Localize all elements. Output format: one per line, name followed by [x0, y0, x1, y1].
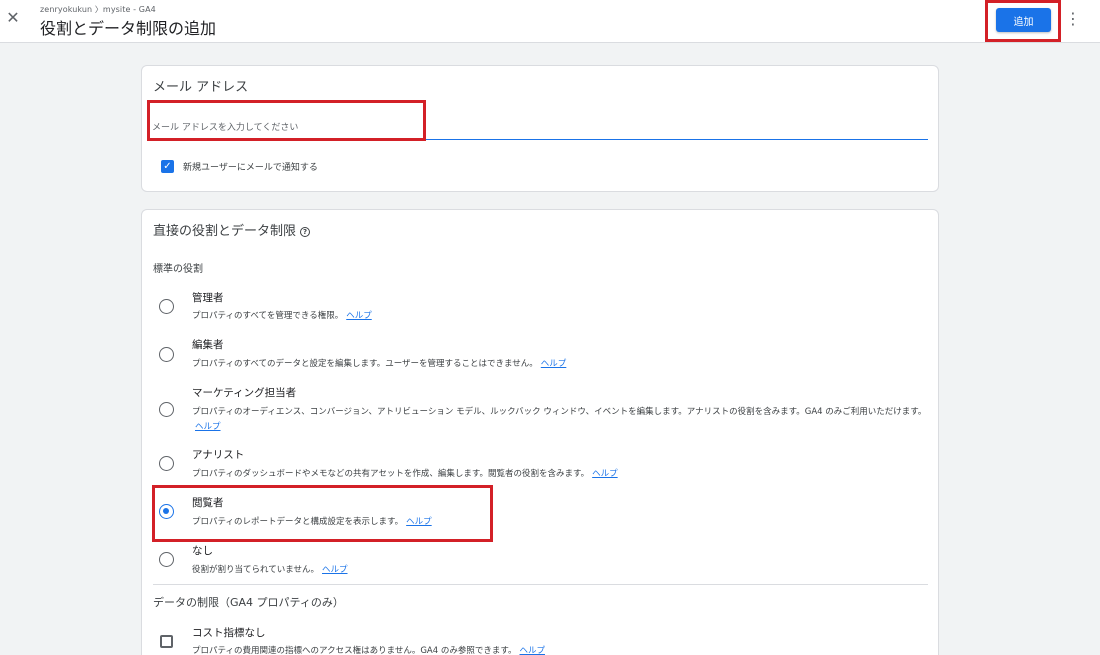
- restriction-desc-text: プロパティの費用関連の指標へのアクセス権はありません。GA4 のみ参照できます。: [192, 646, 517, 655]
- radio-editor[interactable]: [159, 347, 174, 362]
- notify-checkbox[interactable]: ✓: [161, 160, 174, 173]
- role-desc-text: プロパティのレポートデータと構成設定を表示します。: [192, 517, 404, 527]
- role-desc-none: 役割が割り当てられていません。 ヘルプ: [192, 563, 932, 578]
- radio-analyst[interactable]: [159, 456, 174, 471]
- roles-card: 直接の役割とデータ制限? 標準の役割 管理者 プロパティのすべてを管理できる権限…: [141, 209, 939, 655]
- role-desc-text: プロパティのオーディエンス、コンバージョン、アトリビューション モデル、ルックバ…: [192, 407, 927, 417]
- role-desc-text: プロパティのすべてのデータと設定を編集します。ユーザーを管理することはできません…: [192, 359, 538, 369]
- roles-card-title-text: 直接の役割とデータ制限: [153, 224, 297, 239]
- role-desc-admin: プロパティのすべてを管理できる権限。 ヘルプ: [192, 309, 932, 324]
- email-input[interactable]: [152, 118, 928, 140]
- role-desc-analyst: プロパティのダッシュボードやメモなどの共有アセットを作成、編集します。閲覧者の役…: [192, 467, 932, 482]
- close-icon[interactable]: ✕: [4, 8, 22, 28]
- add-button[interactable]: 追加: [996, 8, 1051, 32]
- role-name-admin: 管理者: [192, 292, 224, 304]
- breadcrumb: zenryokukun 〉mysite - GA4: [40, 5, 156, 14]
- more-options-icon[interactable]: ⋮: [1065, 8, 1081, 30]
- top-bar: ✕ zenryokukun 〉mysite - GA4 役割とデータ制限の追加 …: [0, 0, 1100, 43]
- help-link[interactable]: ヘルプ: [406, 517, 432, 527]
- role-name-editor: 編集者: [192, 339, 224, 351]
- cost-metrics-checkbox[interactable]: [160, 635, 173, 648]
- role-name-analyst: アナリスト: [192, 449, 245, 461]
- role-desc-text: プロパティのダッシュボードやメモなどの共有アセットを作成、編集します。閲覧者の役…: [192, 469, 590, 479]
- role-desc-text: 役割が割り当てられていません。: [192, 565, 319, 575]
- role-name-viewer: 閲覧者: [192, 497, 224, 509]
- help-circle-icon[interactable]: ?: [300, 227, 311, 237]
- role-desc-text: プロパティのすべてを管理できる権限。: [192, 311, 344, 321]
- roles-card-title: 直接の役割とデータ制限?: [153, 220, 311, 239]
- notify-label: 新規ユーザーにメールで通知する: [183, 163, 318, 173]
- help-link[interactable]: ヘルプ: [195, 422, 221, 432]
- role-name-marketer: マーケティング担当者: [192, 387, 297, 399]
- help-link[interactable]: ヘルプ: [322, 565, 348, 575]
- restriction-name-cost: コスト指標なし: [192, 627, 266, 639]
- standard-roles-heading: 標準の役割: [153, 264, 203, 275]
- radio-admin[interactable]: [159, 299, 174, 314]
- help-link[interactable]: ヘルプ: [541, 359, 567, 369]
- role-desc-editor: プロパティのすべてのデータと設定を編集します。ユーザーを管理することはできません…: [192, 357, 932, 372]
- role-name-none: なし: [192, 545, 213, 557]
- email-card-title: メール アドレス: [153, 80, 249, 95]
- divider: [153, 584, 928, 585]
- page-title: 役割とデータ制限の追加: [40, 19, 217, 38]
- email-card: メール アドレス ✓ 新規ユーザーにメールで通知する: [141, 65, 939, 192]
- radio-none[interactable]: [159, 552, 174, 567]
- help-link[interactable]: ヘルプ: [346, 311, 372, 321]
- help-link[interactable]: ヘルプ: [592, 469, 618, 479]
- data-restrictions-heading: データの制限（GA4 プロパティのみ）: [153, 596, 344, 609]
- radio-viewer[interactable]: [159, 504, 174, 519]
- scrollbar[interactable]: [1096, 43, 1100, 655]
- help-link[interactable]: ヘルプ: [519, 646, 545, 655]
- role-desc-viewer: プロパティのレポートデータと構成設定を表示します。 ヘルプ: [192, 515, 932, 530]
- restriction-desc-cost: プロパティの費用関連の指標へのアクセス権はありません。GA4 のみ参照できます。…: [192, 644, 932, 655]
- radio-marketer[interactable]: [159, 402, 174, 417]
- role-desc-marketer: プロパティのオーディエンス、コンバージョン、アトリビューション モデル、ルックバ…: [192, 405, 932, 435]
